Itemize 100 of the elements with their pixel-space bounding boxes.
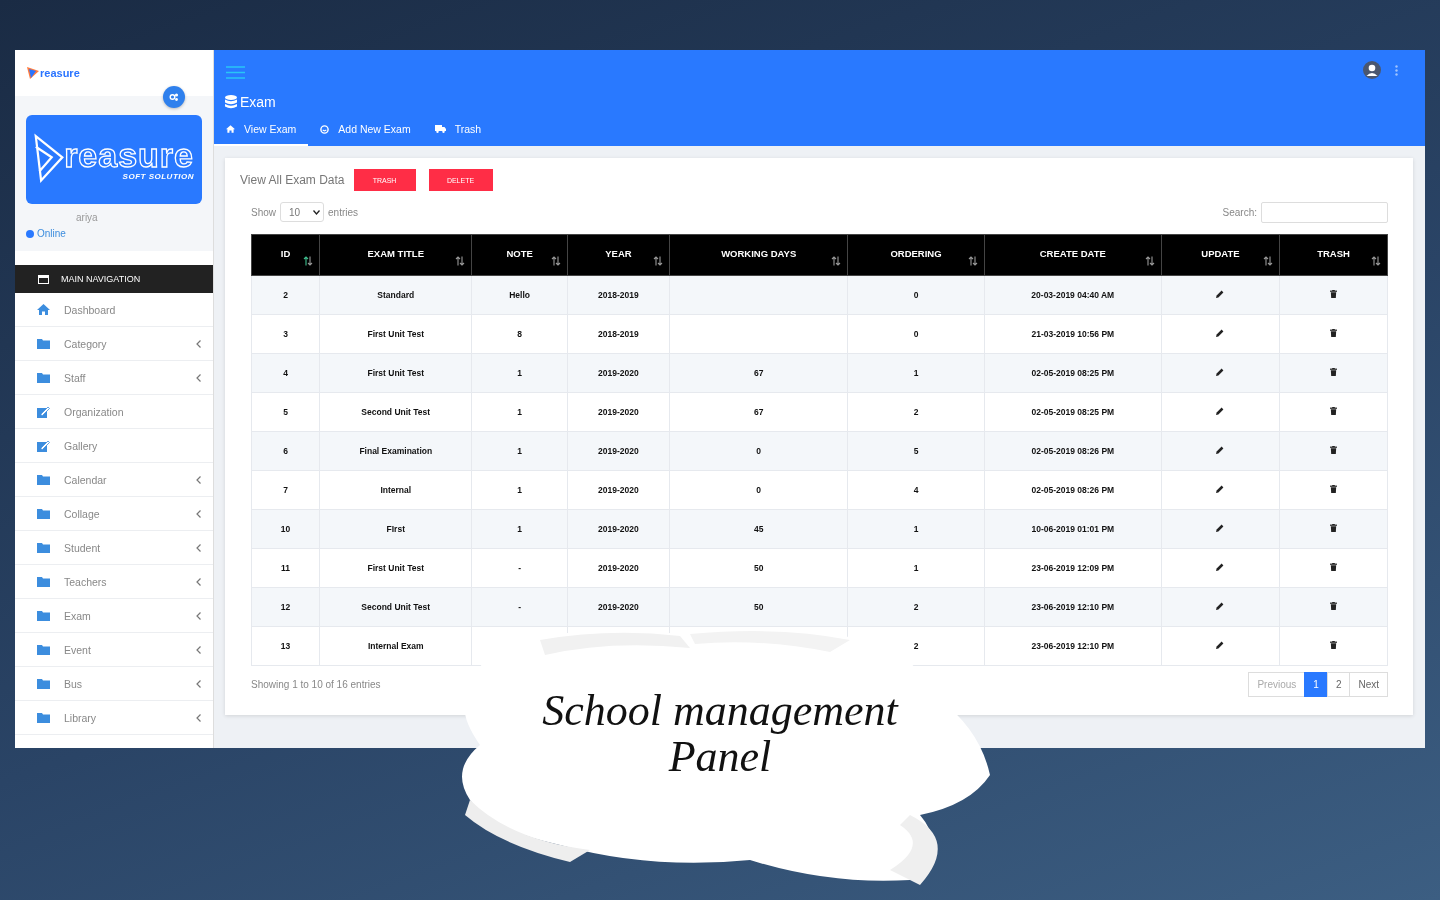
table-cell: 23-06-2019 12:10 PM	[1031, 602, 1115, 612]
chevron-icon	[196, 611, 201, 620]
trash-icon[interactable]	[1330, 485, 1337, 493]
table-cell: Hello	[509, 290, 530, 300]
column-header[interactable]: TRASH	[1279, 234, 1388, 276]
table-cell: 1	[517, 407, 522, 417]
search-field[interactable]	[1261, 201, 1388, 223]
table-cell: 10	[280, 524, 291, 534]
page-button[interactable]: Next	[1349, 672, 1388, 697]
settings-button[interactable]	[163, 86, 185, 108]
table-cell: 1	[517, 446, 522, 456]
table-cell: -	[518, 563, 521, 573]
table-cell: Internal Exam	[367, 641, 424, 651]
table-cell: 2	[283, 290, 288, 300]
truck-icon	[434, 125, 446, 133]
column-header[interactable]: NOTE	[471, 234, 568, 276]
folder-icon	[37, 474, 50, 485]
status-dot-icon	[26, 229, 34, 238]
table-cell: 67	[753, 407, 764, 417]
edit-icon[interactable]	[1216, 368, 1225, 376]
table-cell: 2019-2020	[598, 563, 639, 573]
settings-icon	[169, 92, 179, 102]
column-header[interactable]: UPDATE	[1161, 234, 1280, 276]
edit-icon[interactable]	[1216, 290, 1225, 298]
nav-item[interactable]: Teachers	[15, 565, 213, 599]
column-header[interactable]: WORKING DAYS	[669, 234, 848, 276]
table-cell: 45	[753, 524, 764, 534]
table-cell: 2019-2020	[598, 602, 639, 612]
trash-icon[interactable]	[1330, 290, 1337, 298]
chevron-icon	[196, 713, 201, 722]
table-cell: Second Unit Test	[361, 407, 431, 417]
table-cell: Standard	[377, 290, 415, 300]
column-header[interactable]: CREATE DATE	[984, 234, 1162, 276]
tab[interactable]: Trash	[422, 114, 494, 146]
edit-icon[interactable]	[1216, 602, 1225, 610]
table-cell: 13	[280, 641, 291, 651]
edit-icon[interactable]	[1216, 407, 1225, 415]
page-title: Exam	[240, 94, 276, 110]
edit-icon[interactable]	[1216, 524, 1225, 532]
tab[interactable]: View Exam	[214, 114, 309, 146]
column-header[interactable]: ORDERING	[847, 234, 985, 276]
edit-icon[interactable]	[1216, 485, 1225, 493]
table-cell: 6	[283, 446, 288, 456]
page-button[interactable]: Previous	[1248, 672, 1306, 697]
nav-item[interactable]: Calendar	[15, 463, 213, 497]
tab[interactable]: Add New Exam	[308, 114, 423, 146]
table-cell: 4	[913, 485, 919, 495]
table-cell: 2019-2020	[598, 446, 639, 456]
show-label: Show	[251, 206, 276, 218]
table-cell: 1	[913, 368, 919, 378]
page-size-select[interactable]: 10	[280, 202, 324, 222]
nav-item[interactable]: Exam	[15, 599, 213, 633]
folder-icon	[37, 372, 50, 383]
table-cell: First Unit Test	[367, 368, 424, 378]
table-cell: 1	[913, 563, 919, 573]
folder-icon	[37, 678, 50, 689]
table-cell: 67	[753, 368, 764, 378]
trash-icon[interactable]	[1330, 602, 1337, 610]
table-cell: 2	[913, 641, 919, 651]
nav-item[interactable]: Collage	[15, 497, 213, 531]
table-cell: 2019-2020	[598, 368, 639, 378]
nav-item[interactable]: Event	[15, 633, 213, 667]
nav-item[interactable]: Staff	[15, 361, 213, 395]
trash-icon[interactable]	[1330, 368, 1337, 376]
trash-icon[interactable]	[1330, 407, 1337, 415]
folder-icon	[37, 644, 50, 655]
nav-item[interactable]: Dashboard	[15, 293, 213, 327]
table-cell: Final Examination	[359, 446, 433, 456]
column-header[interactable]: ID	[251, 234, 320, 276]
nav-item[interactable]: Bus	[15, 667, 213, 701]
trash-icon[interactable]	[1330, 563, 1337, 571]
page-button[interactable]: 2	[1326, 672, 1351, 697]
table-cell: 1	[517, 368, 522, 378]
chevron-icon	[196, 373, 201, 382]
column-header[interactable]: YEAR	[567, 234, 670, 276]
table-cell: 5	[913, 446, 919, 456]
trash-icon[interactable]	[1330, 641, 1337, 649]
edit-icon[interactable]	[1216, 446, 1225, 454]
table-cell: 0	[913, 329, 919, 339]
nav-item[interactable]: Category	[15, 327, 213, 361]
trash-icon[interactable]	[1330, 446, 1337, 454]
nav-item[interactable]: Organization	[15, 395, 213, 429]
avatar-icon[interactable]	[1363, 61, 1381, 79]
trash-icon[interactable]	[1330, 329, 1337, 337]
trash-icon[interactable]	[1330, 524, 1337, 532]
nav-item[interactable]: Library	[15, 701, 213, 735]
table-cell: 4	[283, 368, 288, 378]
nav-item[interactable]: Student	[15, 531, 213, 565]
nav-item[interactable]: Gallery	[15, 429, 213, 463]
edit-icon[interactable]	[1216, 563, 1225, 571]
page-button[interactable]: 1	[1304, 672, 1328, 697]
caption: School management Panel	[541, 688, 900, 780]
edit-icon[interactable]	[1216, 641, 1225, 649]
edit-icon[interactable]	[1216, 329, 1225, 337]
table-cell: 2019-2020	[598, 485, 639, 495]
status-text: Online	[37, 228, 66, 239]
edit-icon	[37, 405, 50, 418]
chevron-icon	[196, 679, 201, 688]
column-header[interactable]: EXAM TITLE	[319, 234, 472, 276]
table-cell: 0	[913, 290, 919, 300]
